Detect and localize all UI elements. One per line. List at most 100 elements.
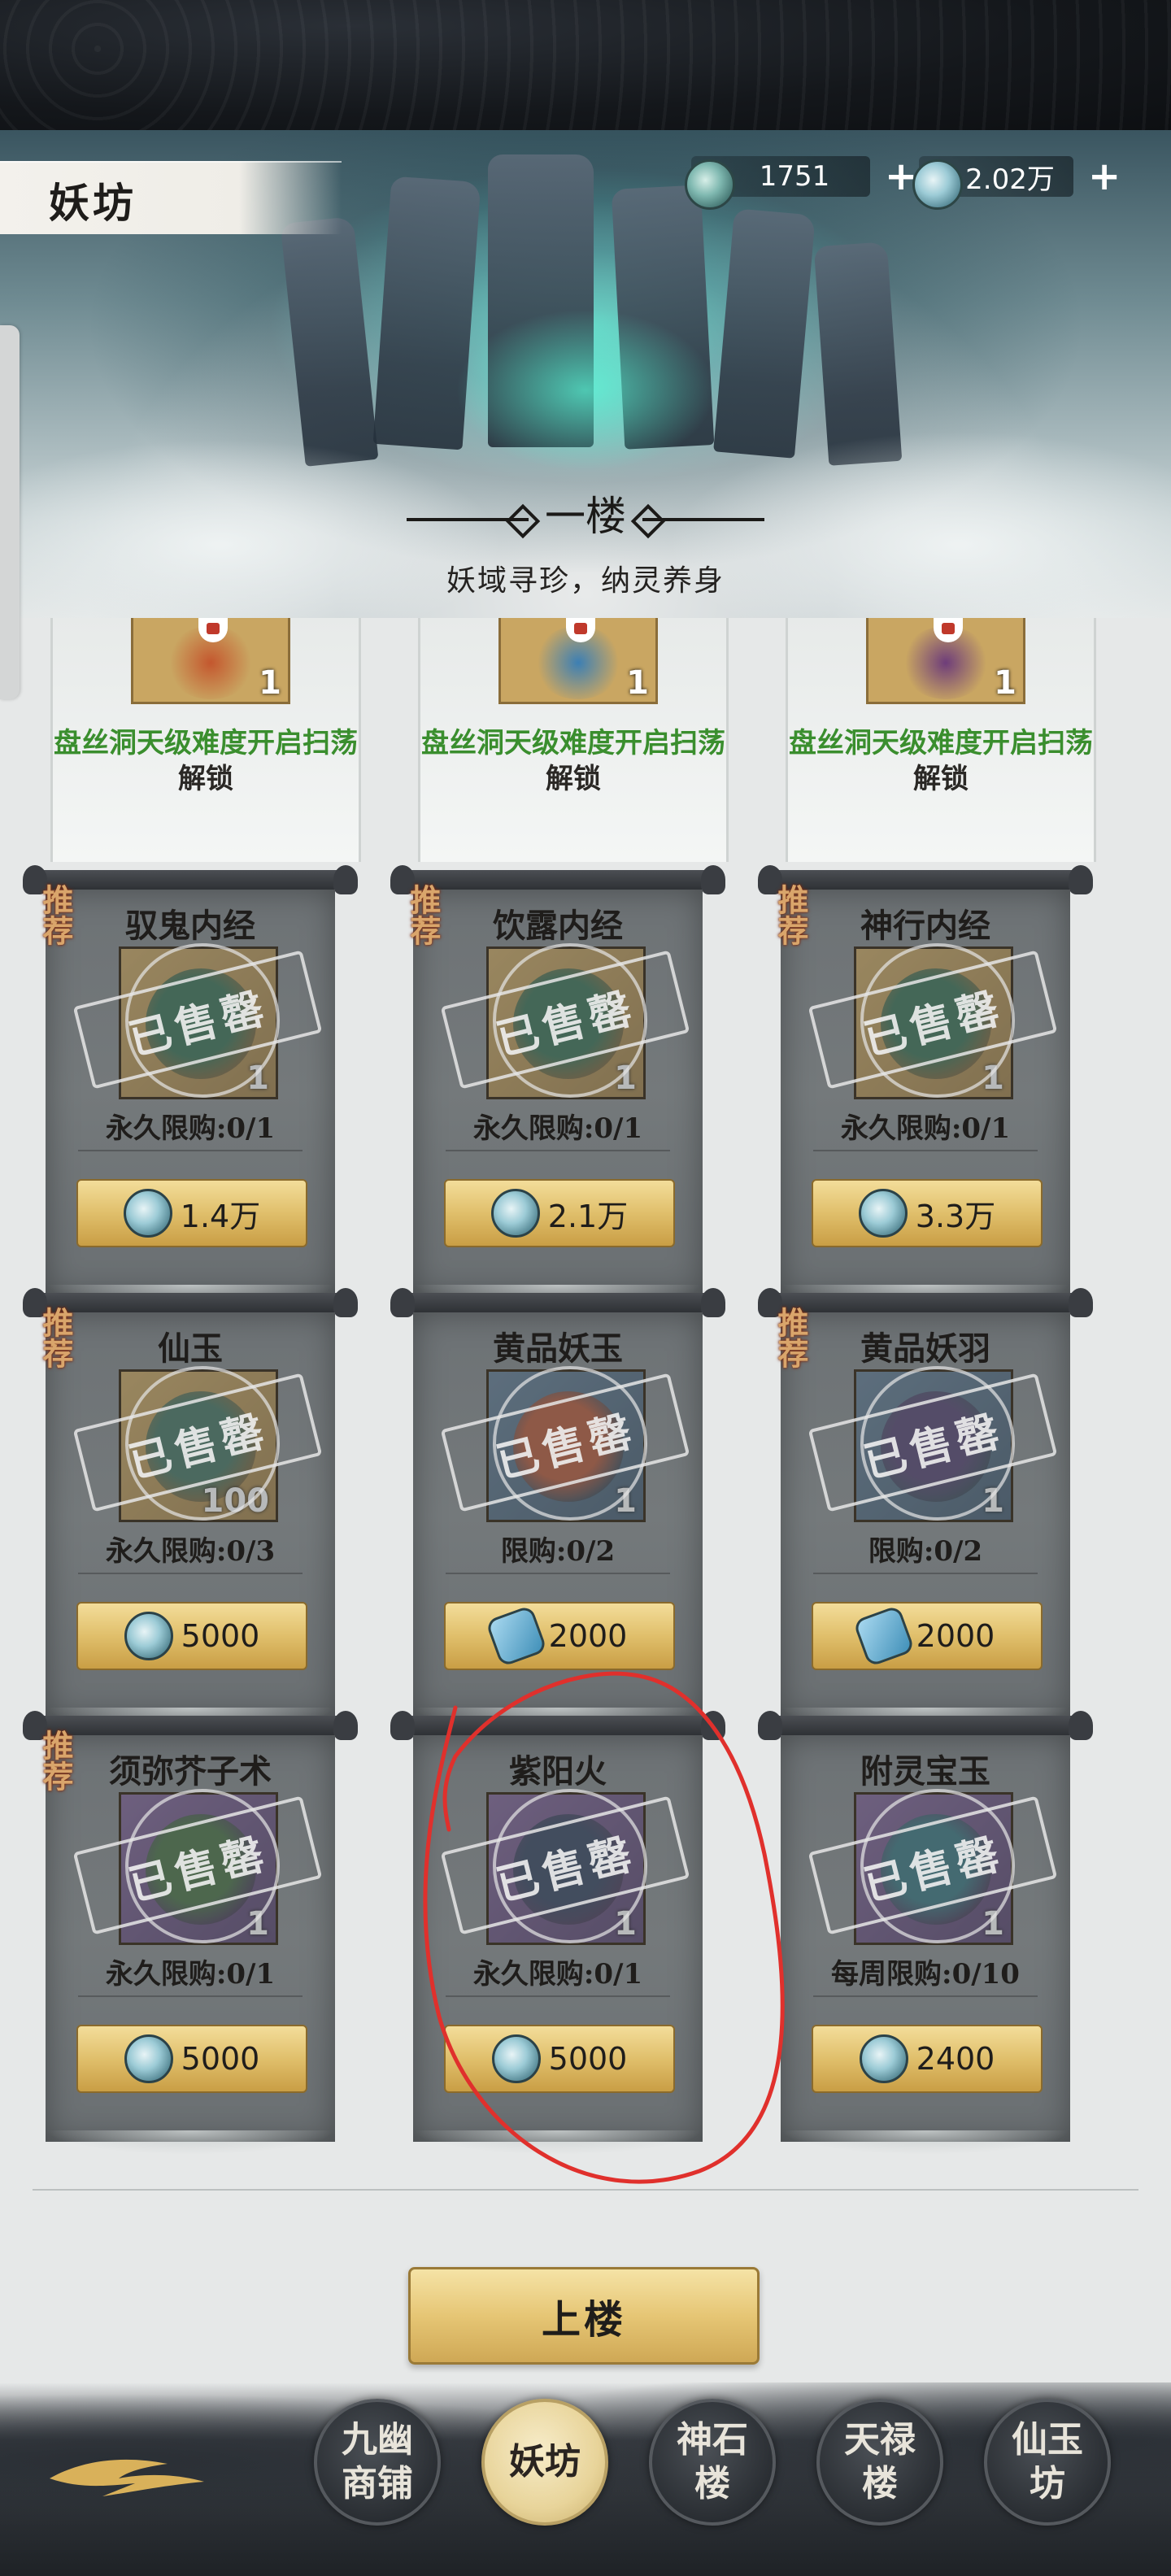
scroll-rod [758,1288,1093,1317]
jade-ring-icon [685,159,735,210]
product-card[interactable]: 紫阳火 1 已售罄 永久限购:0/1 5000 [390,1711,725,2155]
product-card[interactable]: 推荐 黄品妖羽 1 已售罄 限购:0/2 2000 [758,1288,1093,1732]
unlock-label: 解锁 [546,763,601,795]
divider [813,1995,1038,1997]
unlock-condition: 盘丝洞天级难度开启扫荡解锁 [53,725,359,797]
purchase-limit: 每周限购:0/10 [831,1958,1020,1991]
divider [78,1150,303,1151]
purchase-limit: 永久限购:0/1 [840,1112,1011,1145]
product-card[interactable]: 推荐 神行内经 1 已售罄 永久限购:0/1 3.3万 [758,865,1093,1309]
locked-product-card[interactable]: 1 盘丝洞天级难度开启扫荡解锁 [786,618,1096,862]
buy-button[interactable]: 2.1万 [444,1179,675,1247]
floor-name: 一楼 [545,493,626,540]
product-name: 饮露内经 [493,907,623,945]
scroll-rod [23,1711,358,1740]
scroll-rod [390,1711,725,1740]
item-thumbnail: 1 [866,618,1025,704]
buy-button[interactable]: 2400 [812,2025,1043,2093]
crystal-currency-icon [852,1604,916,1668]
item-quantity: 1 [259,664,281,702]
buy-button[interactable]: 5000 [76,2025,307,2093]
nav-tab-0[interactable]: 九幽商铺 [314,2399,441,2526]
add-currency-button[interactable]: + [1088,154,1121,199]
product-card[interactable]: 推荐 饮露内经 1 已售罄 永久限购:0/1 2.1万 [390,865,725,1309]
product-card[interactable]: 附灵宝玉 1 已售罄 每周限购:0/10 2400 [758,1711,1093,2155]
item-thumbnail: 1 [498,618,658,704]
currency-jade-pendant: 2.02万 + [912,148,1121,210]
purchase-limit: 永久限购:0/1 [105,1958,276,1991]
divider [813,1150,1038,1151]
unlock-condition: 盘丝洞天级难度开启扫荡解锁 [788,725,1094,797]
purchase-limit: 永久限购:0/1 [472,1958,643,1991]
jade-currency-icon [858,1189,908,1238]
unlock-label: 解锁 [178,763,233,795]
divider [813,1573,1038,1574]
top-decor-strip [0,0,1171,130]
jade-currency-icon [124,2034,173,2083]
price-value: 5000 [181,2041,260,2077]
purchase-limit: 限购:0/2 [868,1535,983,1568]
product-name: 紫阳火 [509,1752,607,1791]
divider [446,1150,670,1151]
buy-button[interactable]: 5000 [444,2025,675,2093]
purchase-limit: 永久限购:0/1 [472,1112,643,1145]
price-value: 5000 [181,1618,260,1654]
unlock-condition: 盘丝洞天级难度开启扫荡解锁 [420,725,726,797]
product-name: 附灵宝玉 [860,1752,990,1791]
nav-tab-2[interactable]: 神石楼 [649,2399,776,2526]
product-card[interactable]: 黄品妖玉 1 已售罄 限购:0/2 2000 [390,1288,725,1732]
golden-wing-logo-icon [50,2459,204,2496]
scroll-rod [390,865,725,894]
jade-currency-icon [490,1189,540,1238]
divider [446,1995,670,1997]
buy-button[interactable]: 2000 [444,1602,675,1670]
ornament-right [642,518,764,521]
purchase-limit: 永久限购:0/3 [105,1535,276,1568]
nav-tab-label: 妖坊 [509,2441,581,2482]
price-value: 2.1万 [547,1198,629,1234]
product-name: 仙玉 [158,1329,223,1368]
nav-tab-label: 神石楼 [677,2419,748,2504]
nav-tab-label: 九幽商铺 [342,2419,413,2504]
purchase-limit: 限购:0/2 [500,1535,616,1568]
unlock-condition-text: 盘丝洞天级难度开启扫荡 [789,727,1093,759]
buy-button[interactable]: 1.4万 [76,1179,307,1247]
product-name: 驭鬼内经 [125,907,255,945]
page-title: 妖坊 [49,179,137,227]
price-value: 3.3万 [915,1198,996,1234]
side-drawer-handle[interactable] [0,325,20,699]
divider [78,1573,303,1574]
unlock-condition-text: 盘丝洞天级难度开启扫荡 [421,727,725,759]
buy-button[interactable]: 3.3万 [812,1179,1043,1247]
unlock-label: 解锁 [913,763,969,795]
rock-pillar [280,216,379,467]
product-card[interactable]: 推荐 仙玉 100 已售罄 永久限购:0/3 5000 [23,1288,358,1732]
locked-product-card[interactable]: 1 盘丝洞天级难度开启扫荡解锁 [418,618,729,862]
jade-pendant-icon [912,159,963,210]
nav-tab-1[interactable]: 妖坊 [481,2399,608,2526]
divider [33,2189,1138,2191]
product-name: 神行内经 [860,907,990,945]
jade-currency-icon [491,2034,541,2083]
scroll-rod [23,865,358,894]
nav-tab-label: 仙玉坊 [1012,2419,1083,2504]
product-card[interactable]: 推荐 须弥芥子术 1 已售罄 永久限购:0/1 5000 [23,1711,358,2155]
product-card[interactable]: 推荐 驭鬼内经 1 已售罄 永久限购:0/1 1.4万 [23,865,358,1309]
scroll-rod [23,1288,358,1317]
nav-tab-3[interactable]: 天禄楼 [816,2399,943,2526]
product-name: 须弥芥子术 [109,1752,272,1791]
floor-title: 一楼 [0,484,1171,542]
item-quantity: 1 [626,664,649,702]
item-quantity: 1 [994,664,1016,702]
upstairs-button[interactable]: 上楼 [408,2267,760,2365]
nav-tab-4[interactable]: 仙玉坊 [984,2399,1111,2526]
rock-pillar [713,208,816,459]
add-currency-button[interactable]: + [885,154,917,199]
locked-product-card[interactable]: 1 盘丝洞天级难度开启扫荡解锁 [50,618,361,862]
purchase-limit: 永久限购:0/1 [105,1112,276,1145]
buy-button[interactable]: 2000 [812,1602,1043,1670]
ornament-left [407,518,529,521]
divider [78,1995,303,1997]
crystal-currency-icon [485,1604,548,1668]
buy-button[interactable]: 5000 [76,1602,307,1670]
